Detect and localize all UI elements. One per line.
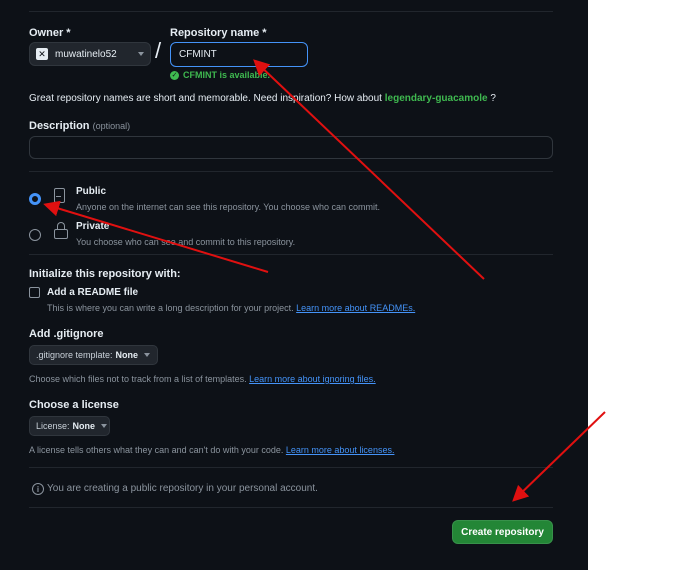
repo-name-input[interactable] bbox=[170, 42, 308, 67]
slash-separator: / bbox=[155, 38, 162, 63]
repo-icon bbox=[54, 188, 65, 203]
divider bbox=[29, 467, 553, 468]
chevron-down-icon bbox=[144, 353, 151, 357]
readme-help: This is where you can write a long descr… bbox=[47, 303, 415, 313]
owner-name: muwatinelo52 bbox=[55, 48, 117, 60]
repo-name-label: Repository name * bbox=[170, 27, 267, 39]
suggested-name-link[interactable]: legendary-guacamole bbox=[385, 93, 488, 104]
license-help: A license tells others what they can and… bbox=[29, 445, 394, 455]
readme-checkbox[interactable] bbox=[29, 287, 40, 298]
suggestion-text: Great repository names are short and mem… bbox=[29, 93, 382, 104]
divider bbox=[29, 11, 553, 12]
description-optional: (optional) bbox=[92, 121, 131, 131]
divider bbox=[29, 507, 553, 508]
gitignore-button-prefix: .gitignore template: bbox=[36, 350, 113, 360]
description-label: Description (optional) bbox=[29, 120, 130, 132]
public-title: Public bbox=[76, 186, 107, 197]
private-radio[interactable] bbox=[29, 229, 41, 241]
create-repository-button[interactable]: Create repository bbox=[452, 520, 553, 544]
gitignore-template-select[interactable]: .gitignore template: None bbox=[29, 345, 158, 365]
chevron-down-icon bbox=[138, 52, 144, 56]
license-select[interactable]: License: None bbox=[29, 416, 110, 436]
initialize-heading: Initialize this repository with: bbox=[29, 268, 181, 280]
availability-status: ✓ CFMINT is available. bbox=[170, 70, 270, 80]
public-notice: You are creating a public repository in … bbox=[47, 483, 318, 494]
lock-icon bbox=[54, 222, 68, 239]
gitignore-help: Choose which files not to track from a l… bbox=[29, 374, 376, 384]
license-heading: Choose a license bbox=[29, 399, 119, 411]
gitignore-heading: Add .gitignore bbox=[29, 328, 104, 340]
description-input[interactable] bbox=[29, 136, 553, 159]
gitignore-learn-more-link[interactable]: Learn more about ignoring files. bbox=[249, 374, 376, 384]
name-suggestion: Great repository names are short and mem… bbox=[29, 93, 496, 104]
availability-text: CFMINT is available. bbox=[183, 70, 271, 80]
owner-select[interactable]: ✕ muwatinelo52 bbox=[29, 42, 151, 66]
license-button-prefix: License: bbox=[36, 421, 70, 431]
description-label-text: Description bbox=[29, 120, 90, 132]
license-help-text: A license tells others what they can and… bbox=[29, 445, 284, 455]
private-title: Private bbox=[76, 221, 110, 232]
license-learn-more-link[interactable]: Learn more about licenses. bbox=[286, 445, 395, 455]
readme-help-text: This is where you can write a long descr… bbox=[47, 303, 294, 313]
readme-learn-more-link[interactable]: Learn more about READMEs. bbox=[296, 303, 415, 313]
gitignore-help-text: Choose which files not to track from a l… bbox=[29, 374, 247, 384]
gitignore-button-value: None bbox=[115, 350, 139, 360]
private-description: You choose who can see and commit to thi… bbox=[76, 237, 296, 247]
public-radio[interactable] bbox=[29, 193, 41, 205]
create-repository-label: Create repository bbox=[461, 526, 544, 538]
chevron-down-icon bbox=[101, 424, 108, 428]
divider bbox=[29, 254, 553, 255]
divider bbox=[29, 171, 553, 172]
owner-label: Owner * bbox=[29, 27, 71, 39]
suggestion-end: ? bbox=[490, 93, 496, 104]
check-circle-icon: ✓ bbox=[170, 70, 179, 80]
license-button-value: None bbox=[72, 421, 96, 431]
public-description: Anyone on the internet can see this repo… bbox=[76, 202, 381, 212]
info-icon: i bbox=[32, 483, 44, 495]
readme-label: Add a README file bbox=[47, 287, 139, 298]
owner-avatar: ✕ bbox=[36, 48, 48, 60]
new-repository-form: Owner * ✕ muwatinelo52 / Repository name… bbox=[0, 0, 588, 570]
